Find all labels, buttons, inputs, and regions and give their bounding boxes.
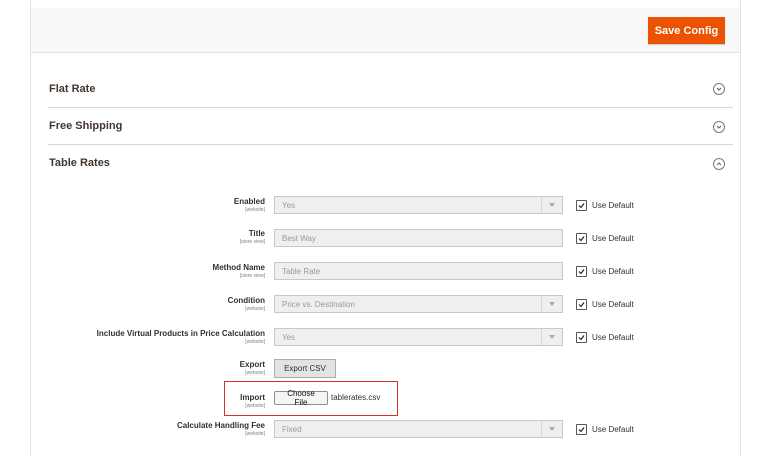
section-flat-rate[interactable]: Flat Rate bbox=[48, 71, 733, 108]
field-enabled: Enabled [website] Yes Use Default bbox=[0, 195, 773, 225]
chevron-down-icon bbox=[541, 421, 562, 437]
chevron-down-icon bbox=[541, 296, 562, 312]
select-value: Fixed bbox=[282, 424, 302, 434]
select-value: Yes bbox=[282, 332, 296, 342]
method-name-input[interactable]: Table Rate bbox=[274, 262, 563, 280]
field-label: Calculate Handling Fee bbox=[176, 421, 265, 430]
field-title: Title [store view] Best Way Use Default bbox=[0, 228, 773, 258]
checkmark-icon[interactable] bbox=[576, 424, 587, 435]
chevron-down-icon[interactable] bbox=[713, 121, 725, 133]
chevron-down-icon bbox=[541, 329, 562, 345]
handling-fee-select[interactable]: Fixed bbox=[274, 420, 563, 438]
field-calculate-handling-fee: Calculate Handling Fee [website] Fixed U… bbox=[0, 419, 773, 449]
checkmark-icon[interactable] bbox=[576, 233, 587, 244]
page-actions-bar bbox=[31, 8, 740, 53]
use-default-checkbox[interactable]: Use Default bbox=[576, 299, 634, 310]
section-title: Free Shipping bbox=[49, 120, 123, 132]
checkmark-icon[interactable] bbox=[576, 266, 587, 277]
field-scope: [website] bbox=[245, 431, 265, 437]
field-label: Condition bbox=[227, 296, 265, 305]
choose-file-button[interactable]: Choose File bbox=[274, 389, 328, 407]
chevron-down-icon bbox=[541, 197, 562, 213]
field-label: Title bbox=[248, 229, 265, 238]
field-include-virtual-products: Include Virtual Products in Price Calcul… bbox=[0, 327, 773, 357]
field-label: Enabled bbox=[233, 197, 265, 206]
select-value: Price vs. Destination bbox=[282, 299, 355, 309]
use-default-label: Use Default bbox=[592, 425, 634, 434]
section-title: Flat Rate bbox=[49, 83, 96, 95]
use-default-checkbox[interactable]: Use Default bbox=[576, 266, 634, 277]
field-scope: [website] bbox=[245, 370, 265, 376]
use-default-label: Use Default bbox=[592, 201, 634, 210]
include-virtual-select[interactable]: Yes bbox=[274, 328, 563, 346]
use-default-checkbox[interactable]: Use Default bbox=[576, 424, 634, 435]
export-csv-button[interactable]: Export CSV bbox=[274, 359, 336, 378]
select-value: Yes bbox=[282, 200, 296, 210]
title-input[interactable]: Best Way bbox=[274, 229, 563, 247]
field-scope: [website] bbox=[245, 306, 265, 312]
field-method-name: Method Name [store view] Table Rate Use … bbox=[0, 261, 773, 291]
use-default-label: Use Default bbox=[592, 333, 634, 342]
field-label: Export bbox=[239, 360, 265, 369]
input-value: Table Rate bbox=[282, 266, 321, 276]
import-scope: [website] bbox=[245, 403, 265, 409]
checkmark-icon[interactable] bbox=[576, 299, 587, 310]
use-default-label: Use Default bbox=[592, 267, 634, 276]
import-label: Import bbox=[240, 393, 265, 402]
checkmark-icon[interactable] bbox=[576, 332, 587, 343]
use-default-checkbox[interactable]: Use Default bbox=[576, 332, 634, 343]
selected-file-name: tablerates.csv bbox=[331, 393, 381, 402]
use-default-checkbox[interactable]: Use Default bbox=[576, 200, 634, 211]
section-title: Table Rates bbox=[49, 157, 110, 169]
condition-select[interactable]: Price vs. Destination bbox=[274, 295, 563, 313]
field-label: Method Name bbox=[212, 263, 265, 272]
use-default-label: Use Default bbox=[592, 234, 634, 243]
use-default-label: Use Default bbox=[592, 300, 634, 309]
field-condition: Condition [website] Price vs. Destinatio… bbox=[0, 294, 773, 324]
chevron-down-icon[interactable] bbox=[713, 83, 725, 95]
field-scope: [website] bbox=[245, 207, 265, 213]
field-scope: [website] bbox=[245, 339, 265, 345]
section-table-rates[interactable]: Table Rates bbox=[48, 145, 733, 181]
field-scope: [store view] bbox=[239, 239, 265, 245]
save-config-button[interactable]: Save Config bbox=[648, 17, 725, 44]
checkmark-icon[interactable] bbox=[576, 200, 587, 211]
chevron-up-icon[interactable] bbox=[713, 158, 725, 170]
use-default-checkbox[interactable]: Use Default bbox=[576, 233, 634, 244]
section-free-shipping[interactable]: Free Shipping bbox=[48, 108, 733, 145]
input-value: Best Way bbox=[282, 233, 316, 243]
field-scope: [store view] bbox=[239, 273, 265, 279]
field-label: Include Virtual Products in Price Calcul… bbox=[96, 329, 265, 338]
enabled-select[interactable]: Yes bbox=[274, 196, 563, 214]
